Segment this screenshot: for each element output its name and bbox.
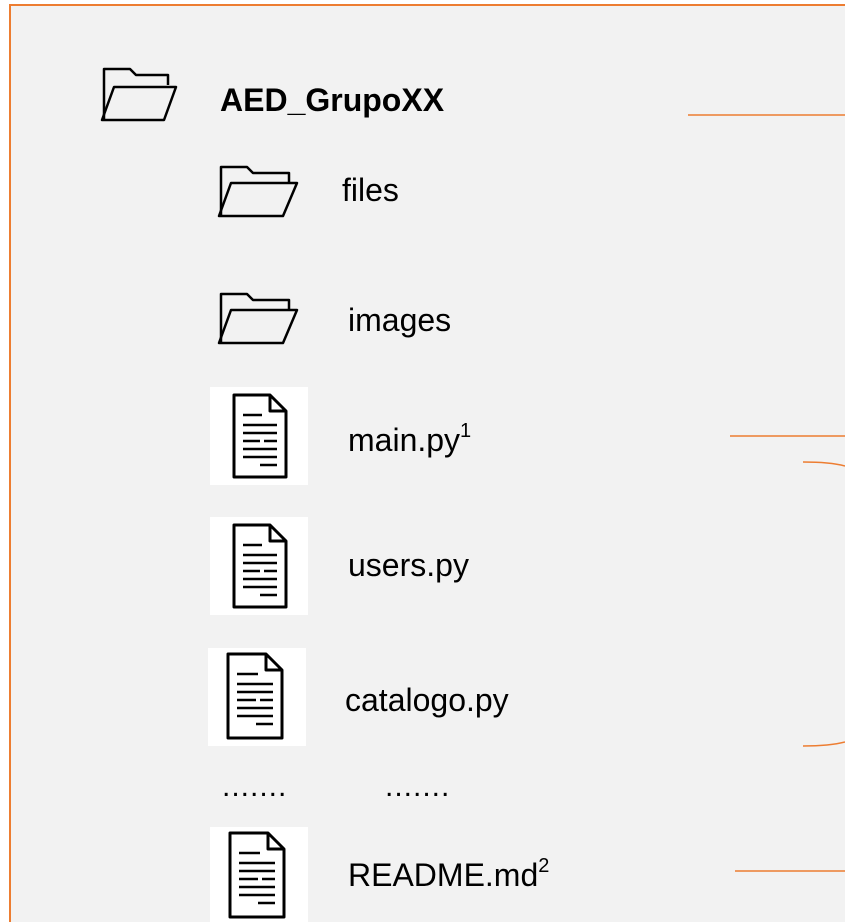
folder-icon xyxy=(217,163,301,219)
item-label-files: files xyxy=(342,172,399,208)
folder-icon xyxy=(217,290,301,346)
footnote-marker: 1 xyxy=(460,420,472,442)
root-folder-label: AED_GrupoXX xyxy=(220,82,445,118)
ellipsis-left: ....... xyxy=(222,770,288,803)
ellipsis-right: ....... xyxy=(385,770,451,803)
footnote-marker: 2 xyxy=(538,855,550,877)
document-icon xyxy=(208,648,306,746)
document-icon xyxy=(210,387,308,485)
item-name-readme: README.md xyxy=(348,857,539,893)
folder-icon xyxy=(100,65,180,125)
item-label-users: users.py xyxy=(348,547,469,583)
connector-curve-top xyxy=(802,461,845,467)
connector-curve-bottom xyxy=(802,741,845,747)
item-label-images: images xyxy=(348,302,452,338)
item-label-readme: README.md2 xyxy=(348,855,549,900)
item-name-main: main.py xyxy=(348,422,461,458)
item-label-main: main.py1 xyxy=(348,420,471,465)
document-icon xyxy=(210,827,308,922)
document-icon xyxy=(210,517,308,615)
item-label-catalogo: catalogo.py xyxy=(345,682,509,718)
